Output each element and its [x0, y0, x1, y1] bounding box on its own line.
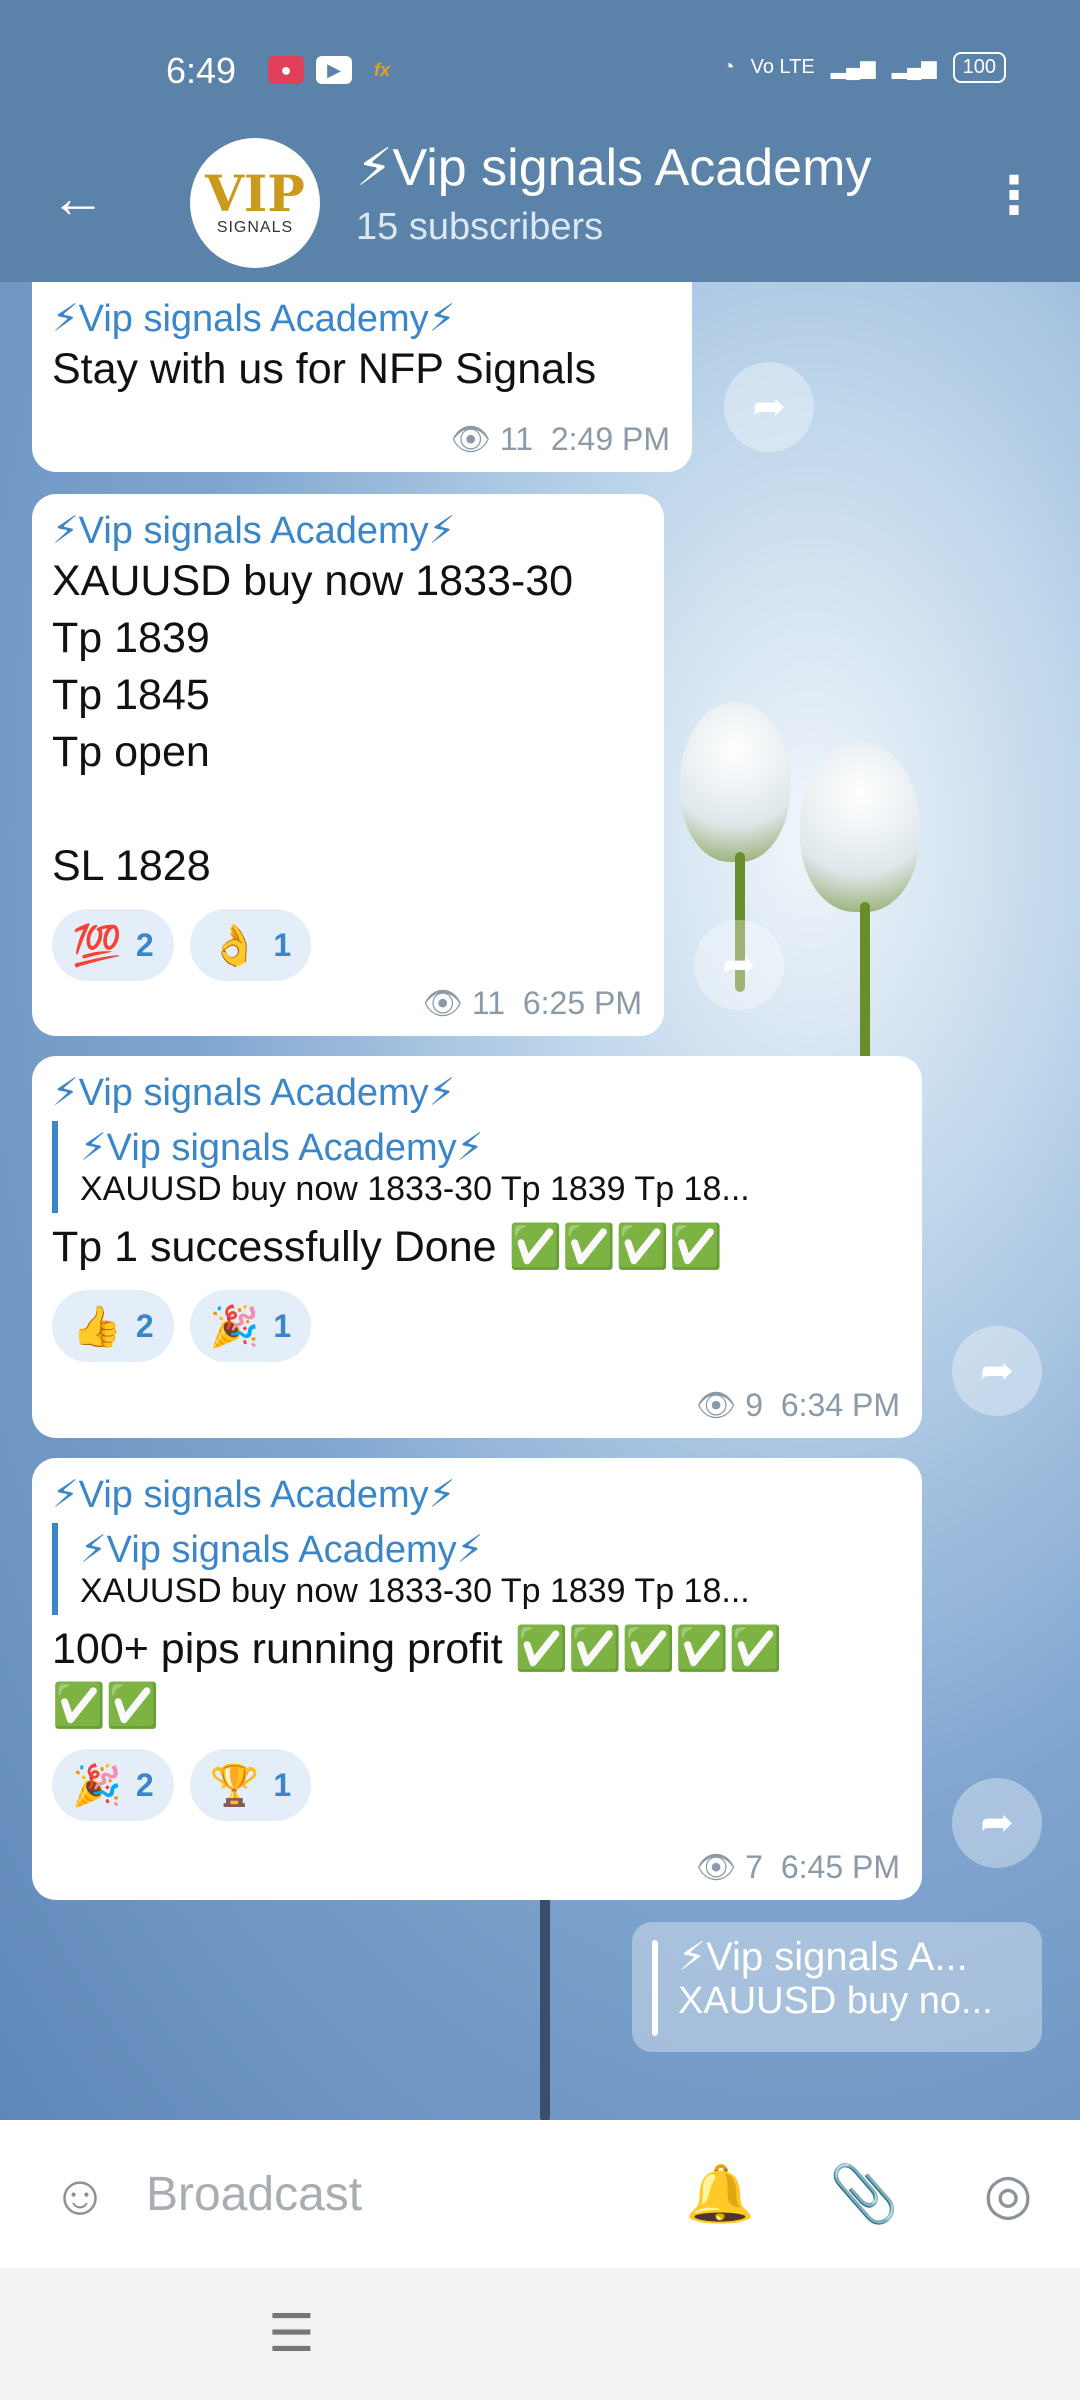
message-time: 6:25 PM	[522, 985, 642, 1021]
channel-title[interactable]: ⚡Vip signals Academy	[356, 138, 871, 198]
view-count: 9	[745, 1387, 764, 1423]
message-author[interactable]: ⚡Vip signals Academy⚡	[52, 508, 644, 553]
view-count: 7	[745, 1849, 764, 1885]
broadcast-input[interactable]	[146, 2156, 666, 2232]
status-bar: 6:49 ● ▶ fx ◔ Vo LTE ▂▄▆ ▂▄▆ 100	[0, 0, 1080, 130]
wallpaper-flower	[680, 702, 790, 862]
ok-hand-emoji-icon: 👌	[209, 923, 260, 968]
wifi-icon: ◔	[722, 56, 735, 78]
message-time: 6:45 PM	[780, 1849, 900, 1885]
message-time: 6:34 PM	[780, 1387, 900, 1423]
party-popper-emoji-icon: 🎉	[72, 1763, 122, 1808]
system-nav-bar: ☰	[0, 2268, 1080, 2400]
message-bubble[interactable]: ⚡Vip signals Academy⚡ ⚡Vip signals Acade…	[32, 1458, 922, 1900]
quote-text: XAUUSD buy now 1833-30 Tp 1839 Tp 18...	[80, 1572, 750, 1610]
forward-icon[interactable]: ➦	[952, 1326, 1042, 1416]
bell-icon[interactable]: 🔔	[680, 2154, 760, 2234]
reaction-count: 2	[135, 1307, 154, 1344]
status-right-icons: ◔ Vo LTE ▂▄▆ ▂▄▆ 100	[723, 52, 1006, 83]
view-count: 11	[499, 421, 534, 457]
message-author[interactable]: ⚡Vip signals Academy⚡	[52, 1070, 902, 1115]
views-icon: 👁	[695, 1387, 737, 1423]
reaction-count: 2	[135, 1766, 154, 1803]
forward-icon[interactable]: ➦	[724, 362, 814, 452]
quote-author: ⚡Vip signals Academy⚡	[80, 1127, 484, 1169]
reply-quote[interactable]: ⚡Vip signals Academy⚡ XAUUSD buy now 183…	[52, 1523, 902, 1615]
pinned-text: XAUUSD buy no...	[678, 1980, 993, 2022]
channel-avatar[interactable]: VIP SIGNALS	[190, 138, 320, 268]
reaction-count: 1	[273, 1766, 292, 1803]
message-meta: 👁 9 6:34 PM	[696, 1386, 900, 1424]
reaction-chip[interactable]: 🎉 1	[189, 1290, 312, 1362]
network-label: Vo LTE	[750, 56, 815, 78]
reaction-chip[interactable]: 🎉 2	[52, 1749, 174, 1821]
reaction-count: 1	[273, 1307, 292, 1344]
emoji-icon[interactable]: ☺	[40, 2154, 120, 2234]
reaction-chip[interactable]: 💯 2	[52, 909, 174, 981]
reaction-count: 1	[273, 926, 292, 963]
pinned-author: ⚡Vip signals A...	[678, 1935, 968, 1979]
message-author[interactable]: ⚡Vip signals Academy⚡	[52, 1472, 902, 1517]
quote-author: ⚡Vip signals Academy⚡	[80, 1529, 484, 1571]
reactions-row: 🎉 2 🏆 1	[52, 1749, 902, 1821]
view-count: 11	[471, 985, 506, 1021]
screen-record-icon: ●	[268, 56, 304, 84]
recents-menu-icon[interactable]: ☰	[268, 2304, 315, 2364]
forward-icon[interactable]: ➦	[952, 1778, 1042, 1868]
avatar-logo-text: VIP	[205, 164, 305, 223]
pinned-message-preview[interactable]: ⚡Vip signals A... XAUUSD buy no...	[632, 1922, 1042, 2052]
message-bubble[interactable]: ⚡Vip signals Academy⚡ Stay with us for N…	[32, 282, 692, 472]
attach-icon[interactable]: 📎	[824, 2154, 904, 2234]
status-time: 6:49	[166, 50, 237, 91]
forward-icon[interactable]: ➦	[694, 920, 784, 1010]
reaction-chip[interactable]: 🏆 1	[189, 1749, 312, 1821]
message-meta: 👁 7 6:45 PM	[696, 1848, 900, 1886]
message-text: Tp 1 successfully Done ✅✅✅✅	[52, 1223, 723, 1271]
reaction-chip[interactable]: 👌 1	[189, 909, 312, 981]
views-icon: 👁	[422, 985, 463, 1021]
more-options-icon[interactable]: ⋮	[988, 170, 1040, 222]
message-time: 2:49 PM	[550, 421, 670, 457]
youtube-icon: ▶	[316, 56, 352, 84]
thumbs-up-emoji-icon: 👍	[72, 1304, 122, 1349]
battery-indicator: 100	[952, 52, 1006, 83]
quote-text: XAUUSD buy now 1833-30 Tp 1839 Tp 18...	[80, 1170, 750, 1208]
message-bubble[interactable]: ⚡Vip signals Academy⚡ XAUUSD buy now 183…	[32, 494, 664, 1036]
chat-header: ← VIP SIGNALS ⚡Vip signals Academy 15 su…	[0, 130, 1080, 282]
message-text: Stay with us for NFP Signals	[52, 345, 597, 393]
signal-icon-2: ▂▄▆	[891, 57, 937, 79]
message-meta: 👁 11 2:49 PM	[450, 420, 670, 458]
reaction-chip[interactable]: 👍 2	[52, 1290, 174, 1362]
message-meta: 👁 11 6:25 PM	[422, 984, 642, 1022]
trophy-emoji-icon: 🏆	[209, 1763, 260, 1808]
hundred-emoji-icon: 💯	[72, 923, 122, 968]
fx-icon: fx	[373, 59, 390, 80]
avatar-logo-subtext: SIGNALS	[216, 219, 294, 236]
status-app-icons: ● ▶ fx	[268, 56, 400, 84]
message-text: 100+ pips running profit ✅✅✅✅✅ ✅✅	[52, 1625, 783, 1730]
views-icon: 👁	[450, 421, 491, 457]
party-popper-emoji-icon: 🎉	[209, 1304, 260, 1349]
reply-quote[interactable]: ⚡Vip signals Academy⚡ XAUUSD buy now 183…	[52, 1121, 902, 1213]
back-arrow-icon[interactable]: ←	[50, 170, 106, 226]
reactions-row: 👍 2 🎉 1	[52, 1290, 902, 1362]
pinned-accent-bar	[652, 1940, 658, 2036]
signal-icon: ▂▄▆	[830, 57, 876, 79]
reactions-row: 💯 2 👌 1	[52, 909, 644, 981]
views-icon: 👁	[695, 1849, 737, 1885]
subscriber-count: 15 subscribers	[356, 206, 604, 248]
message-composer: ☺ 🔔 📎 ◎	[0, 2120, 1080, 2268]
message-text: XAUUSD buy now 1833-30 Tp 1839 Tp 1845 T…	[52, 557, 574, 890]
message-author[interactable]: ⚡Vip signals Academy⚡	[52, 296, 672, 341]
wallpaper-flower	[800, 742, 920, 912]
camera-icon[interactable]: ◎	[968, 2154, 1048, 2234]
message-bubble[interactable]: ⚡Vip signals Academy⚡ ⚡Vip signals Acade…	[32, 1056, 922, 1438]
reaction-count: 2	[135, 926, 154, 963]
